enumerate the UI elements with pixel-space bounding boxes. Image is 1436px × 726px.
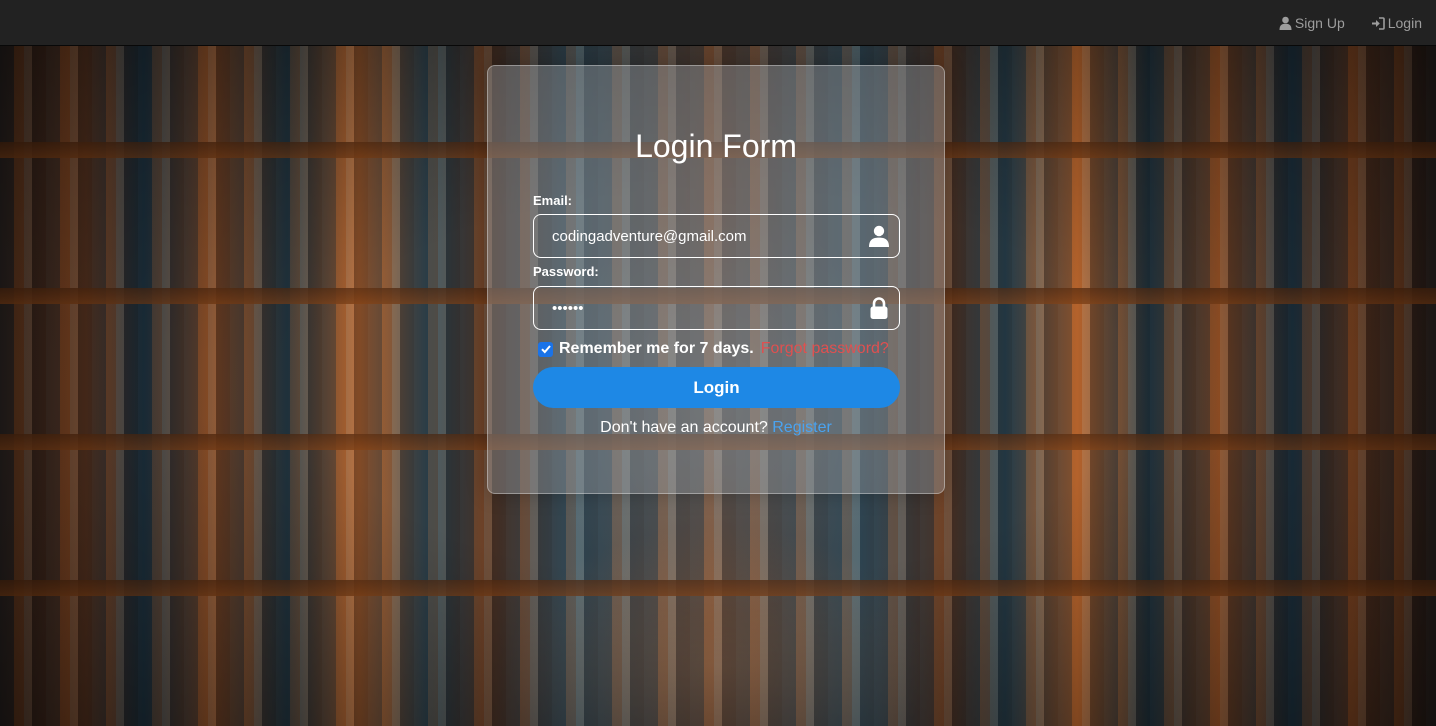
- remember-checkbox[interactable]: [538, 341, 553, 357]
- login-label: Login: [1387, 15, 1422, 31]
- password-label: Password:: [533, 264, 599, 279]
- remember-label[interactable]: Remember me for 7 days.: [559, 340, 754, 358]
- login-button[interactable]: Login: [533, 367, 900, 408]
- register-prompt: Don't have an account?: [600, 419, 773, 436]
- login-panel: Login Form Email: Password:: [487, 65, 945, 494]
- password-field[interactable]: [534, 287, 854, 329]
- forgot-password-link[interactable]: Forgot password?: [761, 340, 889, 358]
- page: Sign Up Login Login Form Email: codingad…: [0, 0, 1436, 726]
- navbar-links: Sign Up Login: [1279, 0, 1422, 46]
- login-link[interactable]: Login: [1371, 15, 1422, 31]
- top-navbar: Sign Up Login: [0, 0, 1436, 46]
- remember-row: Remember me for 7 days. Forgot password?: [538, 340, 889, 358]
- email-label: Email:: [533, 193, 573, 208]
- user-icon: [1279, 16, 1292, 30]
- checkmark-icon: [540, 345, 551, 354]
- register-link[interactable]: Register: [772, 419, 832, 436]
- sign-in-icon: [1371, 16, 1385, 30]
- signup-link[interactable]: Sign Up: [1279, 15, 1345, 31]
- password-field-container: [533, 286, 900, 330]
- signup-label: Sign Up: [1294, 15, 1345, 31]
- form-title: Login Form: [635, 128, 797, 164]
- email-field-container: [533, 214, 900, 258]
- register-row: Don't have an account? Register: [488, 419, 944, 437]
- email-field[interactable]: [534, 215, 854, 257]
- user-icon: [867, 224, 891, 248]
- lock-icon: [867, 296, 891, 320]
